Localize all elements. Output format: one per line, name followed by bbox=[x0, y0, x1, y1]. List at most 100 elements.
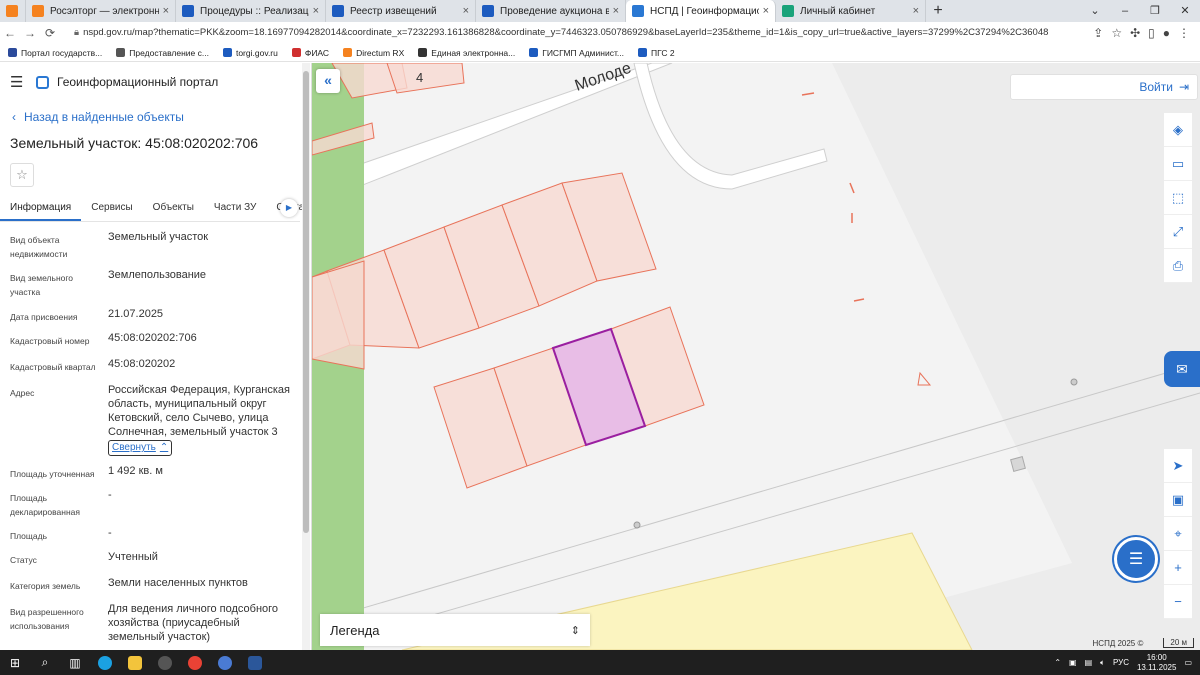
tab-close-icon[interactable]: × bbox=[163, 5, 169, 17]
tab-close-icon[interactable]: × bbox=[763, 5, 769, 17]
map-canvas[interactable]: Молоде 4 « Войти ⇥ ◈ ▭ ⬚ ⤢ ⎙ ✉ ➤ ▣ ⌖ + − bbox=[312, 63, 1200, 650]
url-field[interactable]: 🔒︎ nspd.gov.ru/map?thematic=PKK&zoom=18.1… bbox=[66, 24, 1087, 42]
property-value: 1 492 кв. м bbox=[108, 464, 293, 478]
volume-icon[interactable]: 🔈︎ bbox=[1100, 658, 1105, 668]
ruler-icon[interactable]: ▭ bbox=[1164, 147, 1192, 181]
tab-close-icon[interactable]: × bbox=[613, 5, 619, 17]
browser-tab[interactable]: НСПД | Геоинформационный п × bbox=[626, 0, 776, 22]
system-tray: ⌃ ▣ ▤ 🔈︎ РУС 16:00 13.11.2025 ▭ bbox=[1054, 653, 1200, 673]
browser-tab[interactable]: Процедуры :: Реализация госи × bbox=[176, 0, 326, 22]
sidebar-scrollbar[interactable] bbox=[302, 63, 310, 650]
property-label: Площадь декларированная bbox=[10, 493, 80, 517]
map-layer[interactable]: Молоде 4 bbox=[312, 63, 1200, 650]
tab-search-icon[interactable]: ⌄ bbox=[1080, 0, 1110, 22]
favorite-star-icon[interactable]: ☆ bbox=[10, 163, 34, 187]
file-explorer-icon[interactable] bbox=[120, 650, 150, 675]
share-icon[interactable]: ⇪ bbox=[1093, 26, 1103, 40]
bookmark-item[interactable]: ФИАС bbox=[291, 47, 330, 58]
new-tab-button[interactable]: + bbox=[926, 0, 950, 22]
property-value-text: Землепользование bbox=[108, 269, 207, 281]
tray-arrow-icon[interactable]: ⌃ bbox=[1054, 658, 1061, 667]
clock[interactable]: 16:00 13.11.2025 bbox=[1137, 653, 1176, 673]
hamburger-menu-icon[interactable]: ☰ bbox=[10, 73, 34, 91]
bookmark-item[interactable]: torgi.gov.ru bbox=[222, 48, 278, 58]
collapse-panel-icon[interactable]: « bbox=[316, 69, 340, 93]
tab-close-icon[interactable]: × bbox=[913, 5, 919, 17]
select-area-icon[interactable]: ⬚ bbox=[1164, 181, 1192, 215]
layers-icon[interactable]: ◈ bbox=[1164, 113, 1192, 147]
sidebar-header: ☰ Геоинформационный портал bbox=[0, 63, 311, 101]
notifications-icon[interactable]: ▭ bbox=[1184, 658, 1192, 667]
zoom-out-icon[interactable]: − bbox=[1164, 585, 1192, 619]
tab-label: Личный кабинет bbox=[800, 5, 876, 17]
reload-icon[interactable]: ⟳ bbox=[40, 26, 60, 40]
bookmark-item[interactable]: Единая электронна... bbox=[418, 48, 515, 58]
bookmark-item[interactable]: Портал государств... bbox=[8, 48, 102, 58]
bookmark-label: ФИАС bbox=[304, 47, 330, 58]
chat-side-tab-icon[interactable]: ✉ bbox=[1164, 351, 1200, 387]
print-icon[interactable]: ⎙ bbox=[1164, 249, 1192, 283]
browser-tab[interactable]: Личный кабинет × bbox=[776, 0, 926, 22]
tab-close-icon[interactable]: × bbox=[463, 5, 469, 17]
bookmark-label: Единая электронна... bbox=[431, 47, 516, 58]
tab-close-icon[interactable]: × bbox=[313, 5, 319, 17]
object-tab[interactable]: Части ЗУ bbox=[204, 196, 266, 221]
close-window-icon[interactable]: ✕ bbox=[1170, 0, 1200, 22]
minimize-icon[interactable]: – bbox=[1110, 0, 1140, 22]
tab-label: НСПД | Геоинформационный п bbox=[650, 5, 759, 17]
collapse-address-link[interactable]: Свернуть ⌃ bbox=[108, 440, 173, 456]
legend-panel[interactable]: Легенда ⇕ bbox=[320, 614, 590, 646]
share-link-icon[interactable]: ⤢ bbox=[1164, 215, 1192, 249]
tabs-scroll-right-icon[interactable]: ▶ bbox=[280, 199, 298, 217]
login-button[interactable]: Войти ⇥ bbox=[1010, 74, 1198, 100]
sidepanel-icon[interactable]: ▯ bbox=[1148, 26, 1155, 40]
maximize-icon[interactable]: ❐ bbox=[1140, 0, 1170, 22]
browser-tab[interactable]: Проведение аукциона в электр × bbox=[476, 0, 626, 22]
basemap-icon[interactable]: ▣ bbox=[1164, 483, 1192, 517]
scrollbar-thumb[interactable] bbox=[303, 71, 309, 533]
browser-tab[interactable]: Росэлторг — электронная торг × bbox=[26, 0, 176, 22]
windows-start-icon[interactable]: ⊞ bbox=[0, 650, 30, 675]
browser-tab-strip: Росэлторг — электронная торг×Процедуры :… bbox=[0, 0, 1200, 22]
profile-icon[interactable]: ● bbox=[1163, 26, 1170, 40]
back-arrow-icon[interactable]: ← bbox=[0, 26, 20, 40]
edge-browser-icon[interactable] bbox=[90, 650, 120, 675]
zoom-in-icon[interactable]: + bbox=[1164, 551, 1192, 585]
object-tab[interactable]: Информация bbox=[0, 196, 82, 221]
map-toolbar-bottom: ➤ ▣ ⌖ + − bbox=[1164, 449, 1192, 619]
word-icon[interactable] bbox=[240, 650, 270, 675]
object-tab[interactable]: Объекты bbox=[143, 196, 204, 221]
property-value-text: Учтенный bbox=[108, 551, 158, 563]
property-label: Категория земель bbox=[10, 581, 81, 591]
locate-icon[interactable]: ➤ bbox=[1164, 449, 1192, 483]
search-icon[interactable]: ⌕ bbox=[30, 650, 60, 675]
network-icon[interactable]: ▤ bbox=[1085, 658, 1093, 667]
task-view-icon[interactable]: ▥ bbox=[60, 650, 90, 675]
chat-assistant-icon[interactable]: ☰ bbox=[1114, 537, 1158, 581]
tray-app-icon[interactable]: ▣ bbox=[1069, 658, 1077, 667]
forward-arrow-icon[interactable]: → bbox=[20, 26, 40, 40]
yandex-icon[interactable] bbox=[210, 650, 240, 675]
bookmark-item[interactable]: ПГС 2 bbox=[637, 48, 675, 58]
app-g-icon[interactable] bbox=[150, 650, 180, 675]
object-tab[interactable]: Сервисы bbox=[81, 196, 142, 221]
bookmark-item[interactable]: Directum RX bbox=[343, 48, 404, 58]
bookmark-label: Directum RX bbox=[356, 47, 405, 58]
back-to-results-link[interactable]: ‹ Назад в найденные объекты bbox=[12, 110, 184, 124]
chrome-icon[interactable] bbox=[180, 650, 210, 675]
star-icon[interactable]: ☆ bbox=[1111, 26, 1122, 40]
bookmark-item[interactable]: Предоставление с... bbox=[116, 48, 209, 58]
tab-label: Росэлторг — электронная торг bbox=[50, 5, 159, 17]
land-parcel[interactable] bbox=[312, 260, 365, 370]
property-value: Земли населенных пунктов bbox=[108, 576, 293, 590]
extensions-icon[interactable]: ✣ bbox=[1130, 26, 1140, 40]
expand-collapse-icon[interactable]: ⇕ bbox=[571, 624, 580, 637]
menu-icon[interactable]: ⋮ bbox=[1178, 26, 1190, 40]
property-label: Адрес bbox=[10, 388, 35, 398]
zoom-to-icon[interactable]: ⌖ bbox=[1164, 517, 1192, 551]
language-indicator[interactable]: РУС bbox=[1113, 658, 1129, 667]
browser-tab[interactable]: Реестр извещений × bbox=[326, 0, 476, 22]
bookmark-item[interactable]: ГИСГМП Админист... bbox=[529, 48, 624, 58]
browser-tab[interactable] bbox=[0, 0, 26, 22]
bookmark-favicon-icon bbox=[116, 48, 126, 57]
